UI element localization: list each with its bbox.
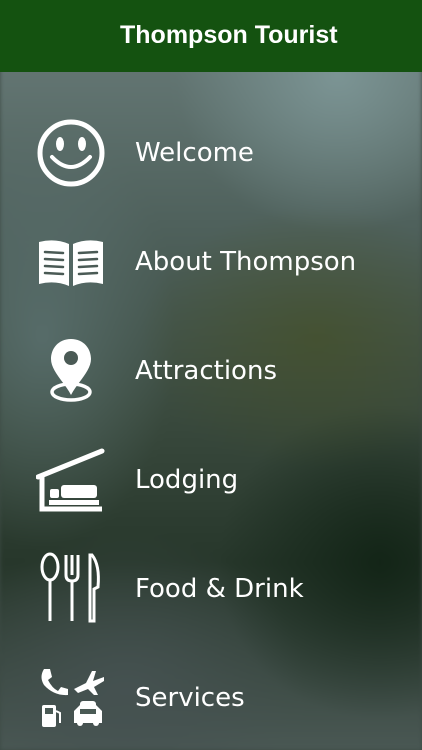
menu-item-lodging[interactable]: Lodging xyxy=(0,425,422,534)
main-menu: Welcome About Thompson Attractions Lodgi… xyxy=(0,98,422,750)
menu-label-attractions: Attractions xyxy=(135,355,277,386)
open-book-icon xyxy=(33,224,109,300)
menu-item-attractions[interactable]: Attractions xyxy=(0,316,422,425)
menu-item-welcome[interactable]: Welcome xyxy=(0,98,422,207)
menu-item-food-drink[interactable]: Food & Drink xyxy=(0,534,422,643)
menu-item-services[interactable]: Services xyxy=(0,643,422,750)
app-title: Thompson Tourist xyxy=(120,21,338,49)
app-header: Thompson Tourist xyxy=(0,0,422,72)
smiley-icon xyxy=(33,115,109,191)
map-pin-icon xyxy=(33,333,109,409)
menu-label-about-thompson: About Thompson xyxy=(135,246,357,277)
services-icon xyxy=(33,660,109,736)
bed-icon xyxy=(33,442,109,518)
menu-label-welcome: Welcome xyxy=(135,137,254,168)
menu-item-about-thompson[interactable]: About Thompson xyxy=(0,207,422,316)
app-screen: Thompson Tourist Welcome About Thompson … xyxy=(0,0,422,750)
menu-label-lodging: Lodging xyxy=(135,464,239,495)
cutlery-icon xyxy=(33,551,109,627)
menu-label-food-drink: Food & Drink xyxy=(135,573,304,604)
menu-label-services: Services xyxy=(135,682,245,713)
